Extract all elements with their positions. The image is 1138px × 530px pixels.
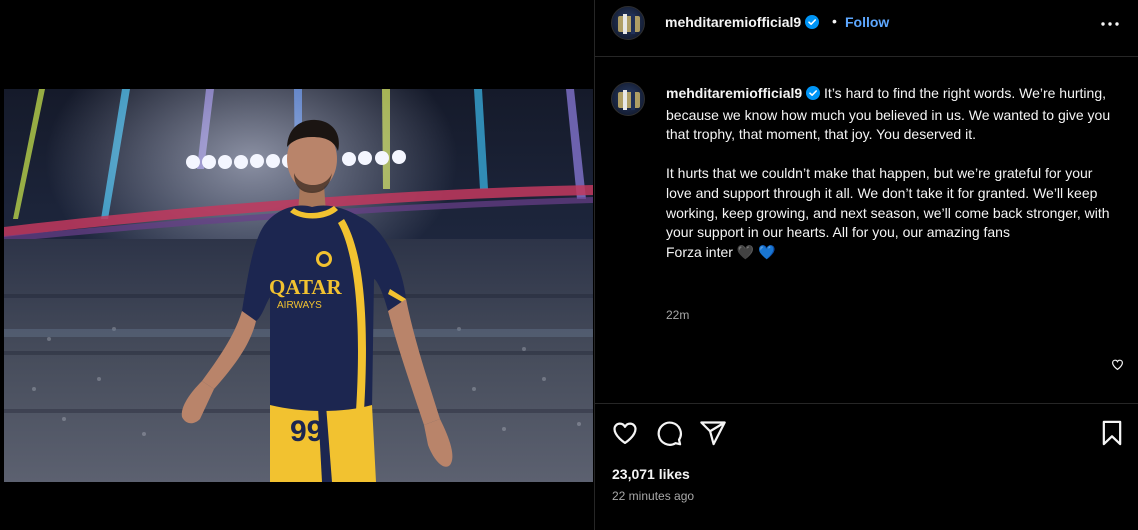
share-icon[interactable] <box>699 419 727 452</box>
post-actions: 23,071 likes 22 minutes ago <box>595 403 1138 530</box>
likes-count[interactable]: 23,071 likes <box>612 466 690 482</box>
caption-paragraph-3: Forza inter 🖤 💙 <box>666 243 776 260</box>
comment-icon[interactable] <box>655 419 683 452</box>
post-caption: mehditaremiofficial9 It’s hard to find t… <box>666 84 1116 262</box>
post-dialog: 99 QATAR AIRWAYS mehditaremiofficial9 • … <box>0 0 1138 530</box>
separator-dot: • <box>832 13 837 29</box>
post-timestamp[interactable]: 22 minutes ago <box>612 489 694 503</box>
shorts-number: 99 <box>290 415 323 448</box>
header-username-text[interactable]: mehditaremiofficial9 <box>665 14 801 30</box>
header-username[interactable]: mehditaremiofficial9 <box>665 14 820 32</box>
caption-paragraph-1: mehditaremiofficial9 It’s hard to find t… <box>666 84 1116 145</box>
sponsor-line-2: AIRWAYS <box>277 300 322 311</box>
more-options-icon[interactable] <box>1100 14 1120 39</box>
caption-username[interactable]: mehditaremiofficial9 <box>666 85 802 101</box>
caption-timestamp[interactable]: 22m <box>666 308 689 322</box>
follow-button[interactable]: Follow <box>845 14 889 30</box>
small-heart-icon[interactable] <box>1111 358 1124 376</box>
post-photo[interactable]: 99 QATAR AIRWAYS <box>4 89 593 482</box>
caption-avatar[interactable] <box>611 82 645 116</box>
avatar[interactable] <box>611 6 645 40</box>
heart-icon[interactable] <box>611 419 639 452</box>
verified-badge-icon <box>806 86 821 106</box>
post-header: mehditaremiofficial9 • Follow <box>595 0 1138 57</box>
verified-badge-icon <box>805 15 820 32</box>
bookmark-icon[interactable] <box>1098 419 1126 452</box>
post-side-panel: mehditaremiofficial9 • Follow mehditarem… <box>594 0 1138 530</box>
media-column: 99 QATAR AIRWAYS <box>0 0 594 530</box>
sponsor-line-1: QATAR <box>269 275 343 299</box>
caption-paragraph-2: It hurts that we couldn’t make that happ… <box>666 165 1110 241</box>
